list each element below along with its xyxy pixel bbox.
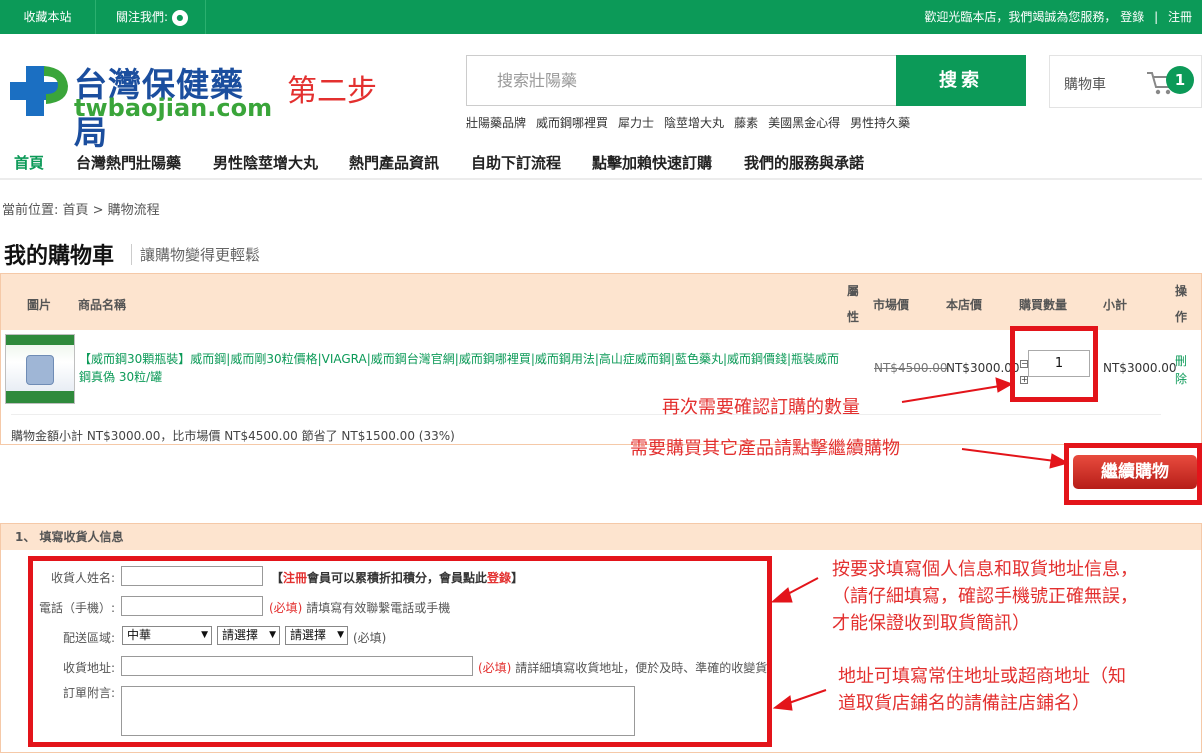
annotation-arrows — [770, 377, 1070, 711]
